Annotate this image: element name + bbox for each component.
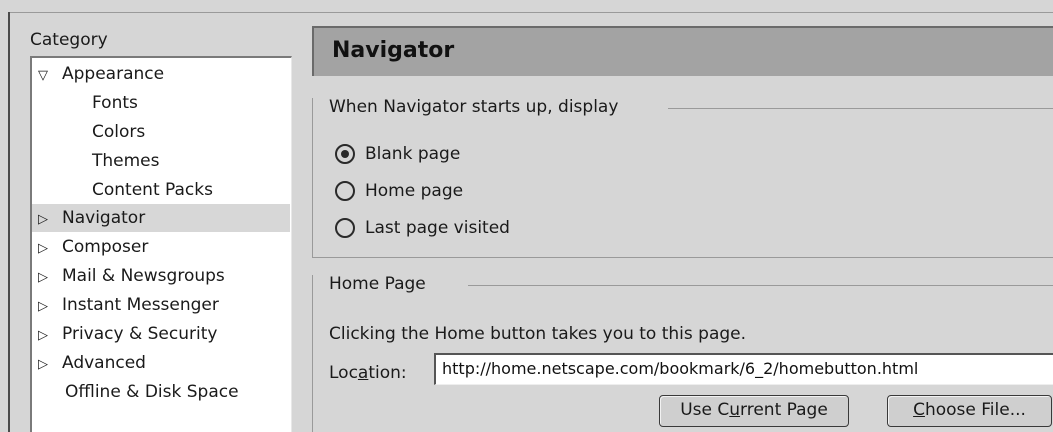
triangle-right-icon[interactable]: ▷	[38, 235, 62, 263]
tree-item-colors[interactable]: Colors	[32, 118, 290, 146]
radio-label: Home page	[365, 181, 464, 201]
triangle-right-icon[interactable]: ▷	[38, 206, 62, 234]
category-tree[interactable]: ▽ Appearance Fonts Colors Themes Content …	[30, 56, 292, 432]
window-top-border	[8, 12, 1053, 13]
tree-item-label: Advanced	[62, 353, 146, 373]
radio-blank-page[interactable]: Blank page	[335, 139, 460, 169]
tree-item-label: Appearance	[62, 64, 165, 84]
radio-selected-icon[interactable]	[335, 144, 355, 164]
startup-group: When Navigator starts up, display Blank …	[312, 97, 1053, 258]
tree-item-label: Mail & Newsgroups	[62, 266, 225, 286]
homepage-group-legend: Home Page	[329, 274, 436, 294]
tree-item-label: Navigator	[62, 208, 146, 228]
triangle-down-icon[interactable]: ▽	[38, 62, 62, 90]
tree-item-navigator[interactable]: ▷ Navigator	[32, 204, 290, 232]
radio-last-page-visited[interactable]: Last page visited	[335, 213, 510, 243]
tree-item-label: Colors	[92, 122, 146, 142]
tree-item-themes[interactable]: Themes	[32, 147, 290, 175]
homepage-group: Home Page Clicking the Home button takes…	[312, 274, 1053, 432]
radio-home-page[interactable]: Home page	[335, 176, 463, 206]
tree-item-label: Composer	[62, 237, 149, 257]
tree-item-label: Instant Messenger	[62, 295, 219, 315]
tree-item-label: Privacy & Security	[62, 324, 218, 344]
tree-item-composer[interactable]: ▷ Composer	[32, 233, 290, 261]
triangle-right-icon[interactable]: ▷	[38, 322, 62, 350]
tree-item-instant-messenger[interactable]: ▷ Instant Messenger	[32, 291, 290, 319]
triangle-right-icon[interactable]: ▷	[38, 351, 62, 379]
group-divider	[468, 285, 1053, 286]
tree-item-label: Offline & Disk Space	[65, 382, 239, 402]
panel-header: Navigator	[312, 26, 1053, 76]
tree-item-label: Fonts	[92, 93, 138, 113]
tree-item-offline-disk-space[interactable]: Offline & Disk Space	[32, 378, 290, 406]
tree-item-appearance[interactable]: ▽ Appearance	[32, 60, 290, 88]
use-current-page-button[interactable]: Use Current Page	[659, 395, 849, 427]
tree-item-fonts[interactable]: Fonts	[32, 89, 290, 117]
choose-file-button[interactable]: Choose File...	[887, 395, 1052, 427]
tree-item-privacy-security[interactable]: ▷ Privacy & Security	[32, 320, 290, 348]
triangle-right-icon[interactable]: ▷	[38, 264, 62, 292]
radio-label: Last page visited	[365, 218, 510, 238]
triangle-right-icon[interactable]: ▷	[38, 293, 62, 321]
category-label: Category	[30, 30, 108, 50]
panel-title: Navigator	[332, 38, 455, 63]
group-divider	[668, 108, 1053, 109]
tree-item-content-packs[interactable]: Content Packs	[32, 176, 290, 204]
tree-item-label: Themes	[92, 151, 160, 171]
tree-item-mail-newsgroups[interactable]: ▷ Mail & Newsgroups	[32, 262, 290, 290]
startup-group-legend: When Navigator starts up, display	[329, 97, 629, 117]
radio-icon[interactable]	[335, 181, 355, 201]
location-label: Location:	[329, 363, 407, 383]
homepage-description: Clicking the Home button takes you to th…	[329, 324, 747, 344]
radio-label: Blank page	[365, 144, 461, 164]
radio-icon[interactable]	[335, 218, 355, 238]
location-input[interactable]: http://home.netscape.com/bookmark/6_2/ho…	[434, 353, 1053, 385]
tree-item-advanced[interactable]: ▷ Advanced	[32, 349, 290, 377]
tree-item-label: Content Packs	[92, 180, 213, 200]
window-left-border	[8, 12, 10, 432]
